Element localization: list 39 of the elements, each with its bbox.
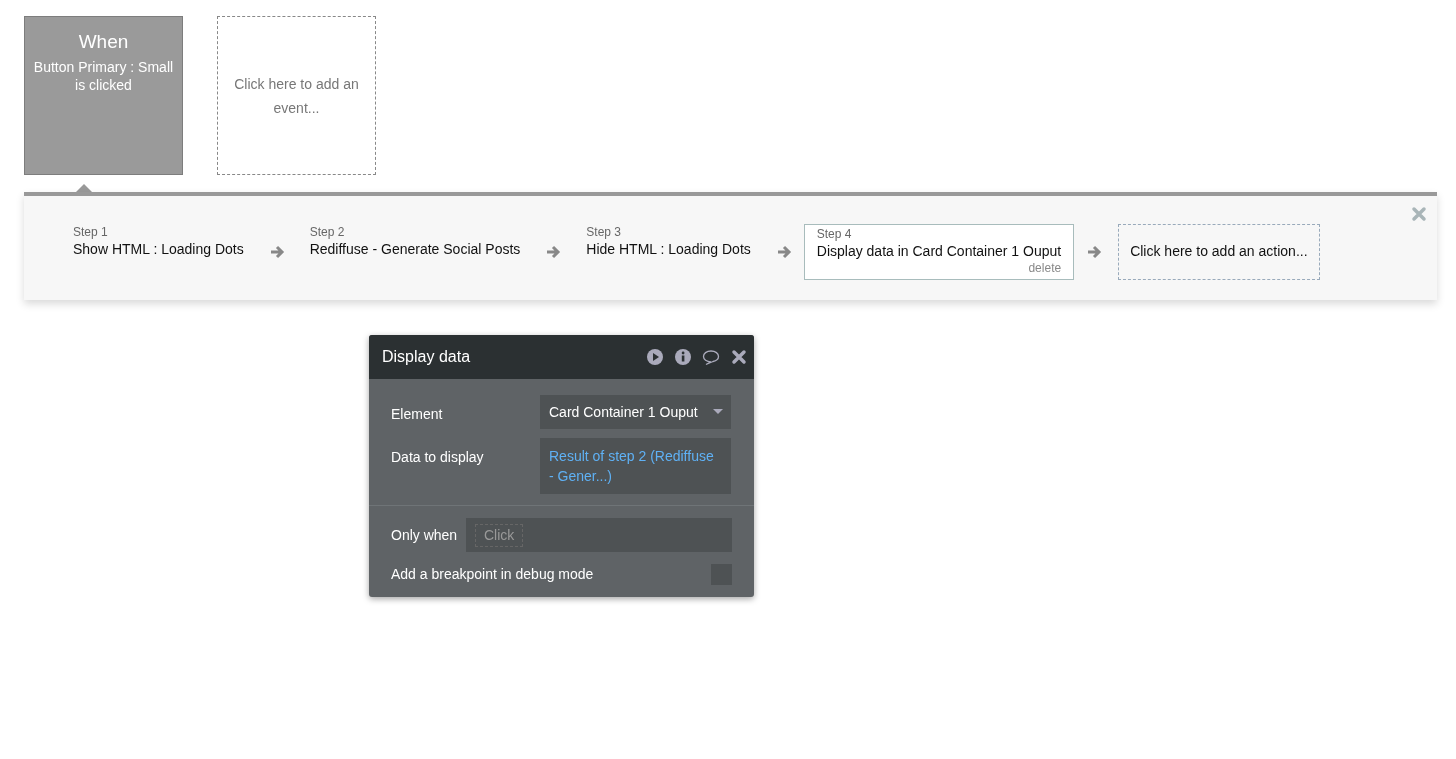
step-number: Step 3 — [586, 225, 623, 239]
workflow-step[interactable]: Step 4 Display data in Card Container 1 Ouput delete — [803, 223, 1075, 280]
arrow-icon — [775, 243, 792, 260]
add-action-button[interactable]: Click here to add an action... — [1118, 223, 1320, 280]
field-label: Only when — [391, 525, 459, 545]
field-label: Data to display — [391, 448, 485, 467]
delete-link[interactable]: delete — [816, 260, 1062, 275]
close-icon — [730, 348, 748, 366]
workflow-step[interactable]: Step 2 Rediffuse - Generate Social Posts — [296, 222, 534, 281]
add-event-button[interactable]: Click here to add an event... — [217, 16, 376, 175]
step-label: Display data in Card Container 1 Ouput — [816, 241, 1062, 261]
info-icon — [674, 348, 692, 366]
workflow-step[interactable]: Step 1 Show HTML : Loading Dots — [60, 222, 257, 281]
run-button[interactable] — [646, 348, 664, 366]
step-number: Step 4 — [816, 226, 853, 241]
step-label: Show HTML : Loading Dots — [73, 240, 244, 259]
event-description: Button Primary : Small is clicked — [32, 58, 175, 94]
step-number: Step 2 — [309, 225, 346, 239]
placeholder-text: Click — [475, 523, 524, 547]
workflow-step[interactable]: Step 3 Hide HTML : Loading Dots — [573, 222, 764, 281]
arrow-icon — [1086, 243, 1103, 260]
field-label: Element — [391, 405, 444, 424]
dropdown-value: Card Container 1 Ouput — [549, 402, 699, 422]
comment-button[interactable] — [702, 348, 720, 366]
run-icon — [646, 348, 664, 366]
field-label: Add a breakpoint in debug mode — [391, 565, 595, 584]
info-button[interactable] — [674, 348, 692, 366]
comment-icon — [702, 348, 720, 366]
event-title: When — [78, 30, 129, 54]
close-icon — [1411, 206, 1427, 222]
arrow-icon — [545, 243, 562, 260]
panel-title: Display data — [382, 347, 472, 367]
caret-icon — [713, 409, 723, 415]
arrow-icon — [268, 243, 285, 260]
close-button[interactable] — [730, 348, 748, 366]
element-dropdown[interactable]: Card Container 1 Ouput — [540, 395, 731, 429]
step-label: Rediffuse - Generate Social Posts — [309, 240, 521, 259]
step-number: Step 1 — [73, 225, 109, 239]
step-label: Hide HTML : Loading Dots — [586, 240, 751, 259]
